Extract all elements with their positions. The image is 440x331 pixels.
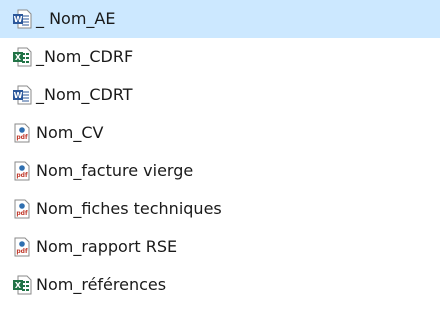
file-name: Nom_références [36,275,167,294]
file-row-nom-cv[interactable]: pdf Nom_CV [0,114,440,152]
file-row-nom-fiches-techniques[interactable]: pdf Nom_fiches techniques [0,190,440,228]
excel-spreadsheet-icon: X [13,47,32,67]
file-row-nom-rapport-rse[interactable]: pdf Nom_rapport RSE [0,228,440,266]
file-row-nom-ae[interactable]: W _ Nom_AE [0,0,440,38]
svg-text:pdf: pdf [16,134,28,141]
svg-text:W: W [14,91,23,100]
svg-text:X: X [15,53,22,62]
file-row-nom-references[interactable]: X Nom_références [0,266,440,304]
pdf-document-icon: pdf [14,237,30,257]
file-name: _ Nom_AE [36,9,116,28]
excel-spreadsheet-icon: X [13,275,32,295]
svg-text:X: X [15,281,22,290]
file-name: Nom_rapport RSE [36,237,178,256]
word-document-icon: W [13,85,32,105]
file-name: Nom_facture vierge [36,161,194,180]
pdf-document-icon: pdf [14,123,30,143]
file-name: _Nom_CDRT [36,85,133,104]
svg-text:pdf: pdf [16,172,28,179]
svg-text:pdf: pdf [16,248,28,255]
file-name: Nom_fiches techniques [36,199,222,218]
word-document-icon: W [13,9,32,29]
pdf-document-icon: pdf [14,161,30,181]
file-row-nom-facture-vierge[interactable]: pdf Nom_facture vierge [0,152,440,190]
file-row-nom-cdrt[interactable]: W _Nom_CDRT [0,76,440,114]
file-name: _Nom_CDRF [36,47,134,66]
svg-text:W: W [14,15,23,24]
file-name: Nom_CV [36,123,104,142]
file-row-nom-cdrf[interactable]: X _Nom_CDRF [0,38,440,76]
pdf-document-icon: pdf [14,199,30,219]
svg-text:pdf: pdf [16,210,28,217]
